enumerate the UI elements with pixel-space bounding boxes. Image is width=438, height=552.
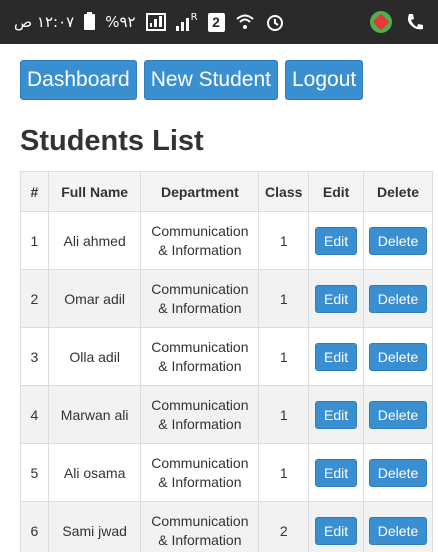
student-department: Communication & Information xyxy=(140,385,260,444)
student-name: Marwan ali xyxy=(47,385,142,444)
edit-button[interactable]: Edit xyxy=(315,458,358,487)
edit-cell: Edit xyxy=(308,385,365,444)
edit-cell: Edit xyxy=(308,501,365,552)
edit-button[interactable]: Edit xyxy=(315,516,358,545)
department-line-1: Communication xyxy=(151,280,249,297)
header-edit: Edit xyxy=(308,171,365,212)
student-class: 1 xyxy=(258,443,310,502)
student-department: Communication & Information xyxy=(140,269,260,328)
signal-box-icon xyxy=(145,13,166,31)
student-name: Olla adil xyxy=(47,327,142,386)
edit-cell: Edit xyxy=(308,443,365,502)
row-number: 6 xyxy=(20,501,49,552)
delete-button[interactable]: Delete xyxy=(368,226,428,255)
nav-bar: Dashboard New Student Logout xyxy=(20,60,364,100)
student-department: Communication & Information xyxy=(140,327,260,386)
department-line-2: & Information xyxy=(158,357,242,374)
student-class: 1 xyxy=(258,211,310,270)
delete-cell: Delete xyxy=(363,443,433,502)
phone-call-icon xyxy=(408,14,423,30)
new-student-button[interactable]: New Student xyxy=(143,60,278,100)
department-line-2: & Information xyxy=(158,299,242,316)
header-delete: Delete xyxy=(363,171,433,212)
row-number: 5 xyxy=(20,443,49,502)
edit-cell: Edit xyxy=(308,269,365,328)
department-line-1: Communication xyxy=(151,222,249,239)
row-number: 1 xyxy=(20,211,49,270)
student-name: Omar adil xyxy=(47,269,142,328)
status-bar-left: ١٢:٠٧ ص %٩٢ R 2 xyxy=(14,12,285,32)
student-class: 2 xyxy=(258,501,310,552)
table-row: 2 Omar adil Communication & Information 1… xyxy=(20,269,433,328)
header-number: # xyxy=(20,171,49,212)
table-header-row: # Full Name Department Class Edit Delete xyxy=(20,171,433,212)
department-line-1: Communication xyxy=(151,512,249,529)
student-department: Communication & Information xyxy=(140,501,260,552)
department-line-2: & Information xyxy=(158,241,242,258)
student-class: 1 xyxy=(258,269,310,328)
header-department: Department xyxy=(140,171,260,212)
delete-button[interactable]: Delete xyxy=(368,516,428,545)
roaming-indicator: R xyxy=(190,12,198,23)
edit-button[interactable]: Edit xyxy=(315,226,358,255)
delete-cell: Delete xyxy=(363,269,433,328)
alarm-icon xyxy=(266,15,283,31)
student-name: Ali osama xyxy=(47,443,142,502)
delete-button[interactable]: Delete xyxy=(368,400,428,429)
student-department: Communication & Information xyxy=(140,443,260,502)
delete-cell: Delete xyxy=(363,385,433,444)
edit-cell: Edit xyxy=(308,327,365,386)
delete-cell: Delete xyxy=(363,211,433,270)
status-bar: ١٢:٠٧ ص %٩٢ R 2 xyxy=(0,0,438,44)
student-department: Communication & Information xyxy=(140,211,260,270)
dashboard-button[interactable]: Dashboard xyxy=(20,60,137,100)
department-line-1: Communication xyxy=(151,396,249,413)
app-notification-icon xyxy=(370,11,392,33)
students-table: # Full Name Department Class Edit Delete… xyxy=(20,171,433,552)
department-line-1: Communication xyxy=(151,454,249,471)
signal-bars-icon: R xyxy=(175,12,198,31)
edit-button[interactable]: Edit xyxy=(315,284,358,313)
department-line-2: & Information xyxy=(158,473,242,490)
student-class: 1 xyxy=(258,327,310,386)
battery-level: %٩٢ xyxy=(105,13,136,31)
delete-button[interactable]: Delete xyxy=(368,458,428,487)
department-line-2: & Information xyxy=(158,531,242,548)
row-number: 2 xyxy=(20,269,49,328)
department-line-1: Communication xyxy=(151,338,249,355)
table-row: 5 Ali osama Communication & Information 1… xyxy=(20,443,433,502)
delete-cell: Delete xyxy=(363,327,433,386)
delete-button[interactable]: Delete xyxy=(368,342,428,371)
delete-cell: Delete xyxy=(363,501,433,552)
row-number: 3 xyxy=(20,327,49,386)
clock: ١٢:٠٧ ص xyxy=(14,13,75,31)
header-class: Class xyxy=(258,171,310,212)
edit-button[interactable]: Edit xyxy=(315,400,358,429)
row-number: 4 xyxy=(20,385,49,444)
table-row: 6 Sami jwad Communication & Information 2… xyxy=(20,501,433,552)
delete-button[interactable]: Delete xyxy=(368,284,428,313)
department-line-2: & Information xyxy=(158,415,242,432)
logout-button[interactable]: Logout xyxy=(284,60,364,100)
student-name: Ali ahmed xyxy=(47,211,142,270)
table-row: 4 Marwan ali Communication & Information … xyxy=(20,385,433,444)
header-full-name: Full Name xyxy=(47,171,142,212)
wifi-icon xyxy=(235,14,254,29)
student-name: Sami jwad xyxy=(47,501,142,552)
edit-button[interactable]: Edit xyxy=(315,342,358,371)
table-row: 1 Ali ahmed Communication & Information 1… xyxy=(20,211,433,270)
table-row: 3 Olla adil Communication & Information 1… xyxy=(20,327,433,386)
student-class: 1 xyxy=(258,385,310,444)
battery-icon xyxy=(84,12,96,30)
sim-indicator: 2 xyxy=(207,12,225,32)
edit-cell: Edit xyxy=(308,211,365,270)
page-title: Students List xyxy=(20,125,204,157)
status-bar-right xyxy=(370,11,426,33)
